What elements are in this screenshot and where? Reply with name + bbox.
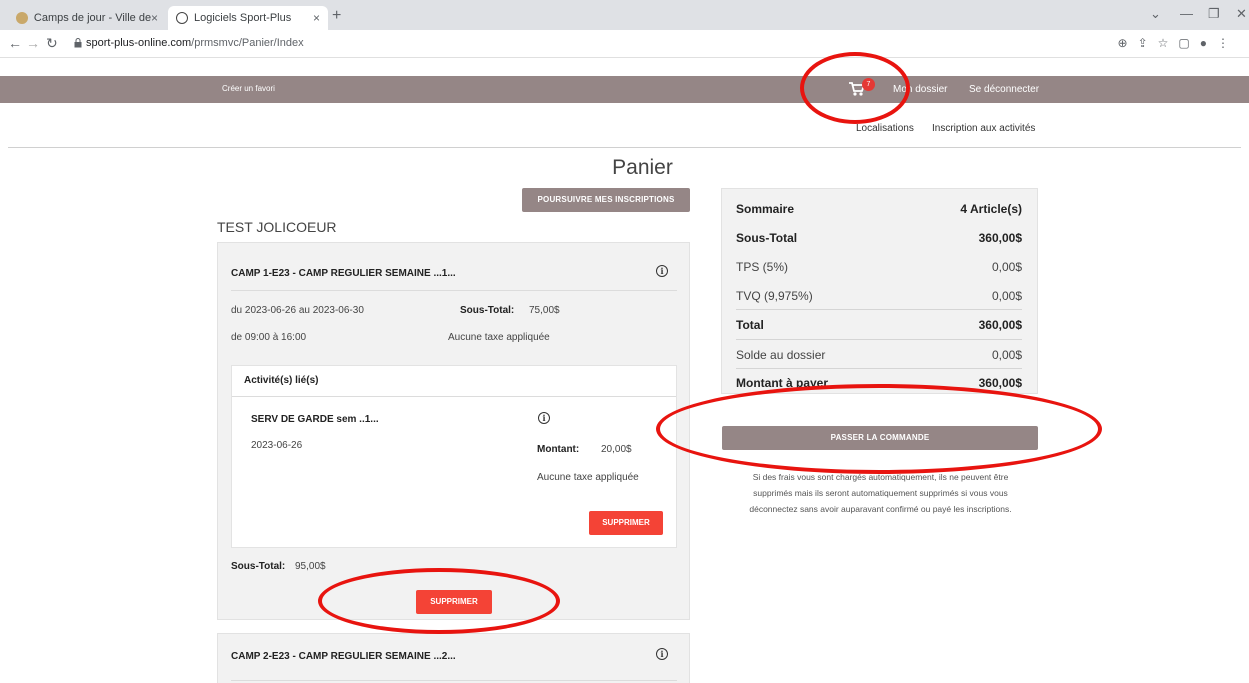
info-icon[interactable]: i: [656, 648, 668, 660]
article-count: 4 Article(s): [960, 202, 1022, 216]
summary-subtotal: Sous-Total 360,00$: [736, 231, 1022, 245]
amount-due-value: 360,00$: [978, 376, 1022, 390]
item-subtotal-label: Sous-Total:: [231, 561, 286, 572]
url-field[interactable]: sport-plus-online.com/prmsmvc/Panier/Ind…: [86, 37, 304, 49]
participant-name: TEST JOLICOEUR: [217, 219, 337, 235]
summary-tps: TPS (5%) 0,00$: [736, 260, 1022, 274]
url-host: sport-plus-online.com: [86, 37, 192, 49]
divider: [736, 309, 1022, 310]
page-title: Panier: [612, 156, 673, 179]
cart-item-card: CAMP 1-E23 - CAMP REGULIER SEMAINE ...1.…: [217, 242, 690, 620]
cart-item-card: CAMP 2-E23 - CAMP REGULIER SEMAINE ...2.…: [217, 633, 690, 683]
activity-title: CAMP 2-E23 - CAMP REGULIER SEMAINE ...2.…: [231, 651, 456, 662]
fees-notice: Si des frais vous sont chargés automatiq…: [722, 469, 1039, 517]
browser-tab-camps[interactable]: Camps de jour - Ville de Lachute ×: [8, 6, 166, 30]
notice-line: supprimés mais ils seront automatiquemen…: [753, 488, 1008, 498]
annotation-circle-cart: [800, 52, 910, 124]
locations-link[interactable]: Localisations: [856, 123, 914, 134]
divider: [231, 680, 677, 681]
tab-label: Logiciels Sport-Plus: [194, 12, 292, 24]
linked-activity-title: SERV DE GARDE sem ..1...: [251, 414, 379, 425]
create-favorite-link[interactable]: Créer un favori: [222, 84, 275, 93]
logout-link[interactable]: Se déconnecter: [969, 84, 1039, 95]
continue-registrations-button[interactable]: POURSUIVRE MES INSCRIPTIONS: [522, 188, 690, 212]
site-favicon-icon: [16, 12, 28, 24]
subtotal-label: Sous-Total: [736, 231, 798, 245]
tps-label: TPS (5%): [736, 260, 789, 274]
tab-close-icon[interactable]: ×: [151, 11, 158, 25]
subtotal-value: 75,00$: [529, 305, 560, 316]
divider: [232, 396, 676, 397]
total-value: 360,00$: [978, 318, 1022, 332]
header-divider: [8, 147, 1241, 148]
tax-note: Aucune taxe appliquée: [448, 332, 550, 343]
new-tab-button[interactable]: +: [332, 7, 341, 25]
info-icon[interactable]: i: [538, 412, 550, 424]
browser-tab-strip: Camps de jour - Ville de Lachute × Logic…: [0, 0, 1249, 30]
balance-label: Solde au dossier: [736, 348, 826, 362]
tvq-label: TVQ (9,975%): [736, 289, 813, 303]
summary-tvq: TVQ (9,975%) 0,00$: [736, 289, 1022, 303]
subtotal-value: 360,00$: [978, 231, 1022, 245]
item-subtotal-value: 95,00$: [295, 561, 326, 572]
delete-linked-button[interactable]: SUPPRIMER: [589, 511, 663, 535]
subtotal-label: Sous-Total:: [460, 305, 515, 316]
forward-icon[interactable]: →: [26, 35, 40, 51]
activity-title: CAMP 1-E23 - CAMP REGULIER SEMAINE ...1.…: [231, 268, 456, 279]
divider: [736, 339, 1022, 340]
activity-hours: de 09:00 à 16:00: [231, 332, 307, 343]
reload-icon[interactable]: ↻: [46, 35, 58, 52]
tps-value: 0,00$: [991, 260, 1022, 274]
annotation-circle-order: [656, 384, 1102, 474]
linked-activities-panel: Activité(s) lié(s) SERV DE GARDE sem ..1…: [231, 365, 677, 548]
annotation-circle-delete: [318, 568, 560, 634]
globe-icon: [176, 12, 188, 24]
window-close-icon[interactable]: ✕: [1236, 6, 1247, 22]
address-bar: ← → ↻ sport-plus-online.com/prmsmvc/Pani…: [0, 30, 1249, 58]
registration-link[interactable]: Inscription aux activités: [932, 123, 1035, 134]
site-top-bar: Créer un favori 7 Mon dossier Se déconne…: [0, 76, 1249, 103]
linked-tax-note: Aucune taxe appliquée: [537, 472, 639, 483]
summary-total: Total 360,00$: [736, 318, 1022, 332]
info-icon[interactable]: i: [656, 265, 668, 277]
tab-close-icon[interactable]: ×: [313, 11, 320, 25]
tab-label: Camps de jour - Ville de Lachute: [33, 12, 151, 24]
balance-value: 0,00$: [991, 348, 1022, 362]
linked-header: Activité(s) lié(s): [244, 375, 319, 386]
order-summary: Sommaire 4 Article(s) Sous-Total 360,00$…: [721, 188, 1038, 394]
tvq-value: 0,00$: [991, 289, 1022, 303]
linked-activity-date: 2023-06-26: [251, 440, 303, 451]
browser-tab-sportplus[interactable]: Logiciels Sport-Plus ×: [168, 6, 328, 30]
notice-line: déconnectez sans avoir auparavant confir…: [749, 504, 1012, 514]
minimize-icon[interactable]: —: [1180, 6, 1193, 21]
divider: [231, 290, 677, 291]
tab-search-icon[interactable]: ⌄: [1150, 6, 1161, 22]
amount-label: Montant:: [537, 444, 580, 455]
url-path: /prmsmvc/Panier/Index: [191, 37, 304, 49]
activity-dates: du 2023-06-26 au 2023-06-30: [231, 305, 364, 316]
summary-balance: Solde au dossier 0,00$: [736, 348, 1022, 362]
summary-header: Sommaire 4 Article(s): [736, 202, 1022, 216]
summary-label: Sommaire: [736, 202, 795, 216]
lock-icon: [74, 38, 82, 48]
divider: [736, 368, 1022, 369]
restore-icon[interactable]: ❐: [1208, 6, 1220, 22]
amount-value: 20,00$: [601, 444, 632, 455]
total-label: Total: [736, 318, 764, 332]
back-icon[interactable]: ←: [8, 35, 22, 51]
toolbar-icons[interactable]: ⊕⇪☆▢●⋮: [1118, 36, 1239, 50]
